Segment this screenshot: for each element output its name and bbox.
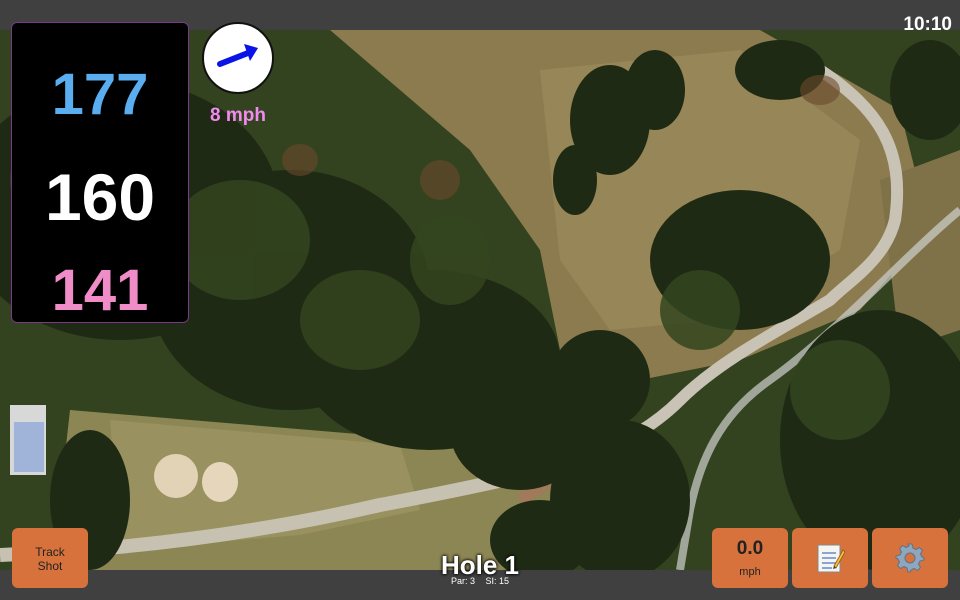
settings-button[interactable] [872, 528, 948, 588]
back-distance: 177 [51, 62, 149, 127]
track-shot-label-line2: Shot [37, 559, 63, 573]
notes-button[interactable] [792, 528, 868, 588]
wind-speed: 8 mph [210, 105, 266, 126]
middle-distance: 160 [44, 160, 156, 234]
hole-info: Par: 3 SI: 15 [380, 576, 580, 586]
bunker [154, 454, 198, 498]
front-distance: 141 [51, 258, 149, 323]
notepad-icon [817, 544, 846, 573]
arrow-right-icon [217, 44, 258, 67]
wind-indicator [202, 22, 274, 94]
gear-icon [895, 543, 925, 573]
speed-button[interactable]: 0.0 mph [712, 528, 788, 588]
distance-panel: 177 160 141 [11, 22, 189, 323]
stroke-index-label: SI: 15 [485, 576, 510, 586]
speed-unit: mph [739, 566, 761, 578]
speed-value: 0.0 [736, 538, 764, 559]
bunker [202, 462, 238, 502]
clock: 10:10 [903, 14, 952, 35]
track-shot-label-line1: Track [35, 545, 65, 559]
track-shot-button[interactable]: Track Shot [12, 528, 88, 588]
par-label: Par: 3 [450, 576, 475, 586]
